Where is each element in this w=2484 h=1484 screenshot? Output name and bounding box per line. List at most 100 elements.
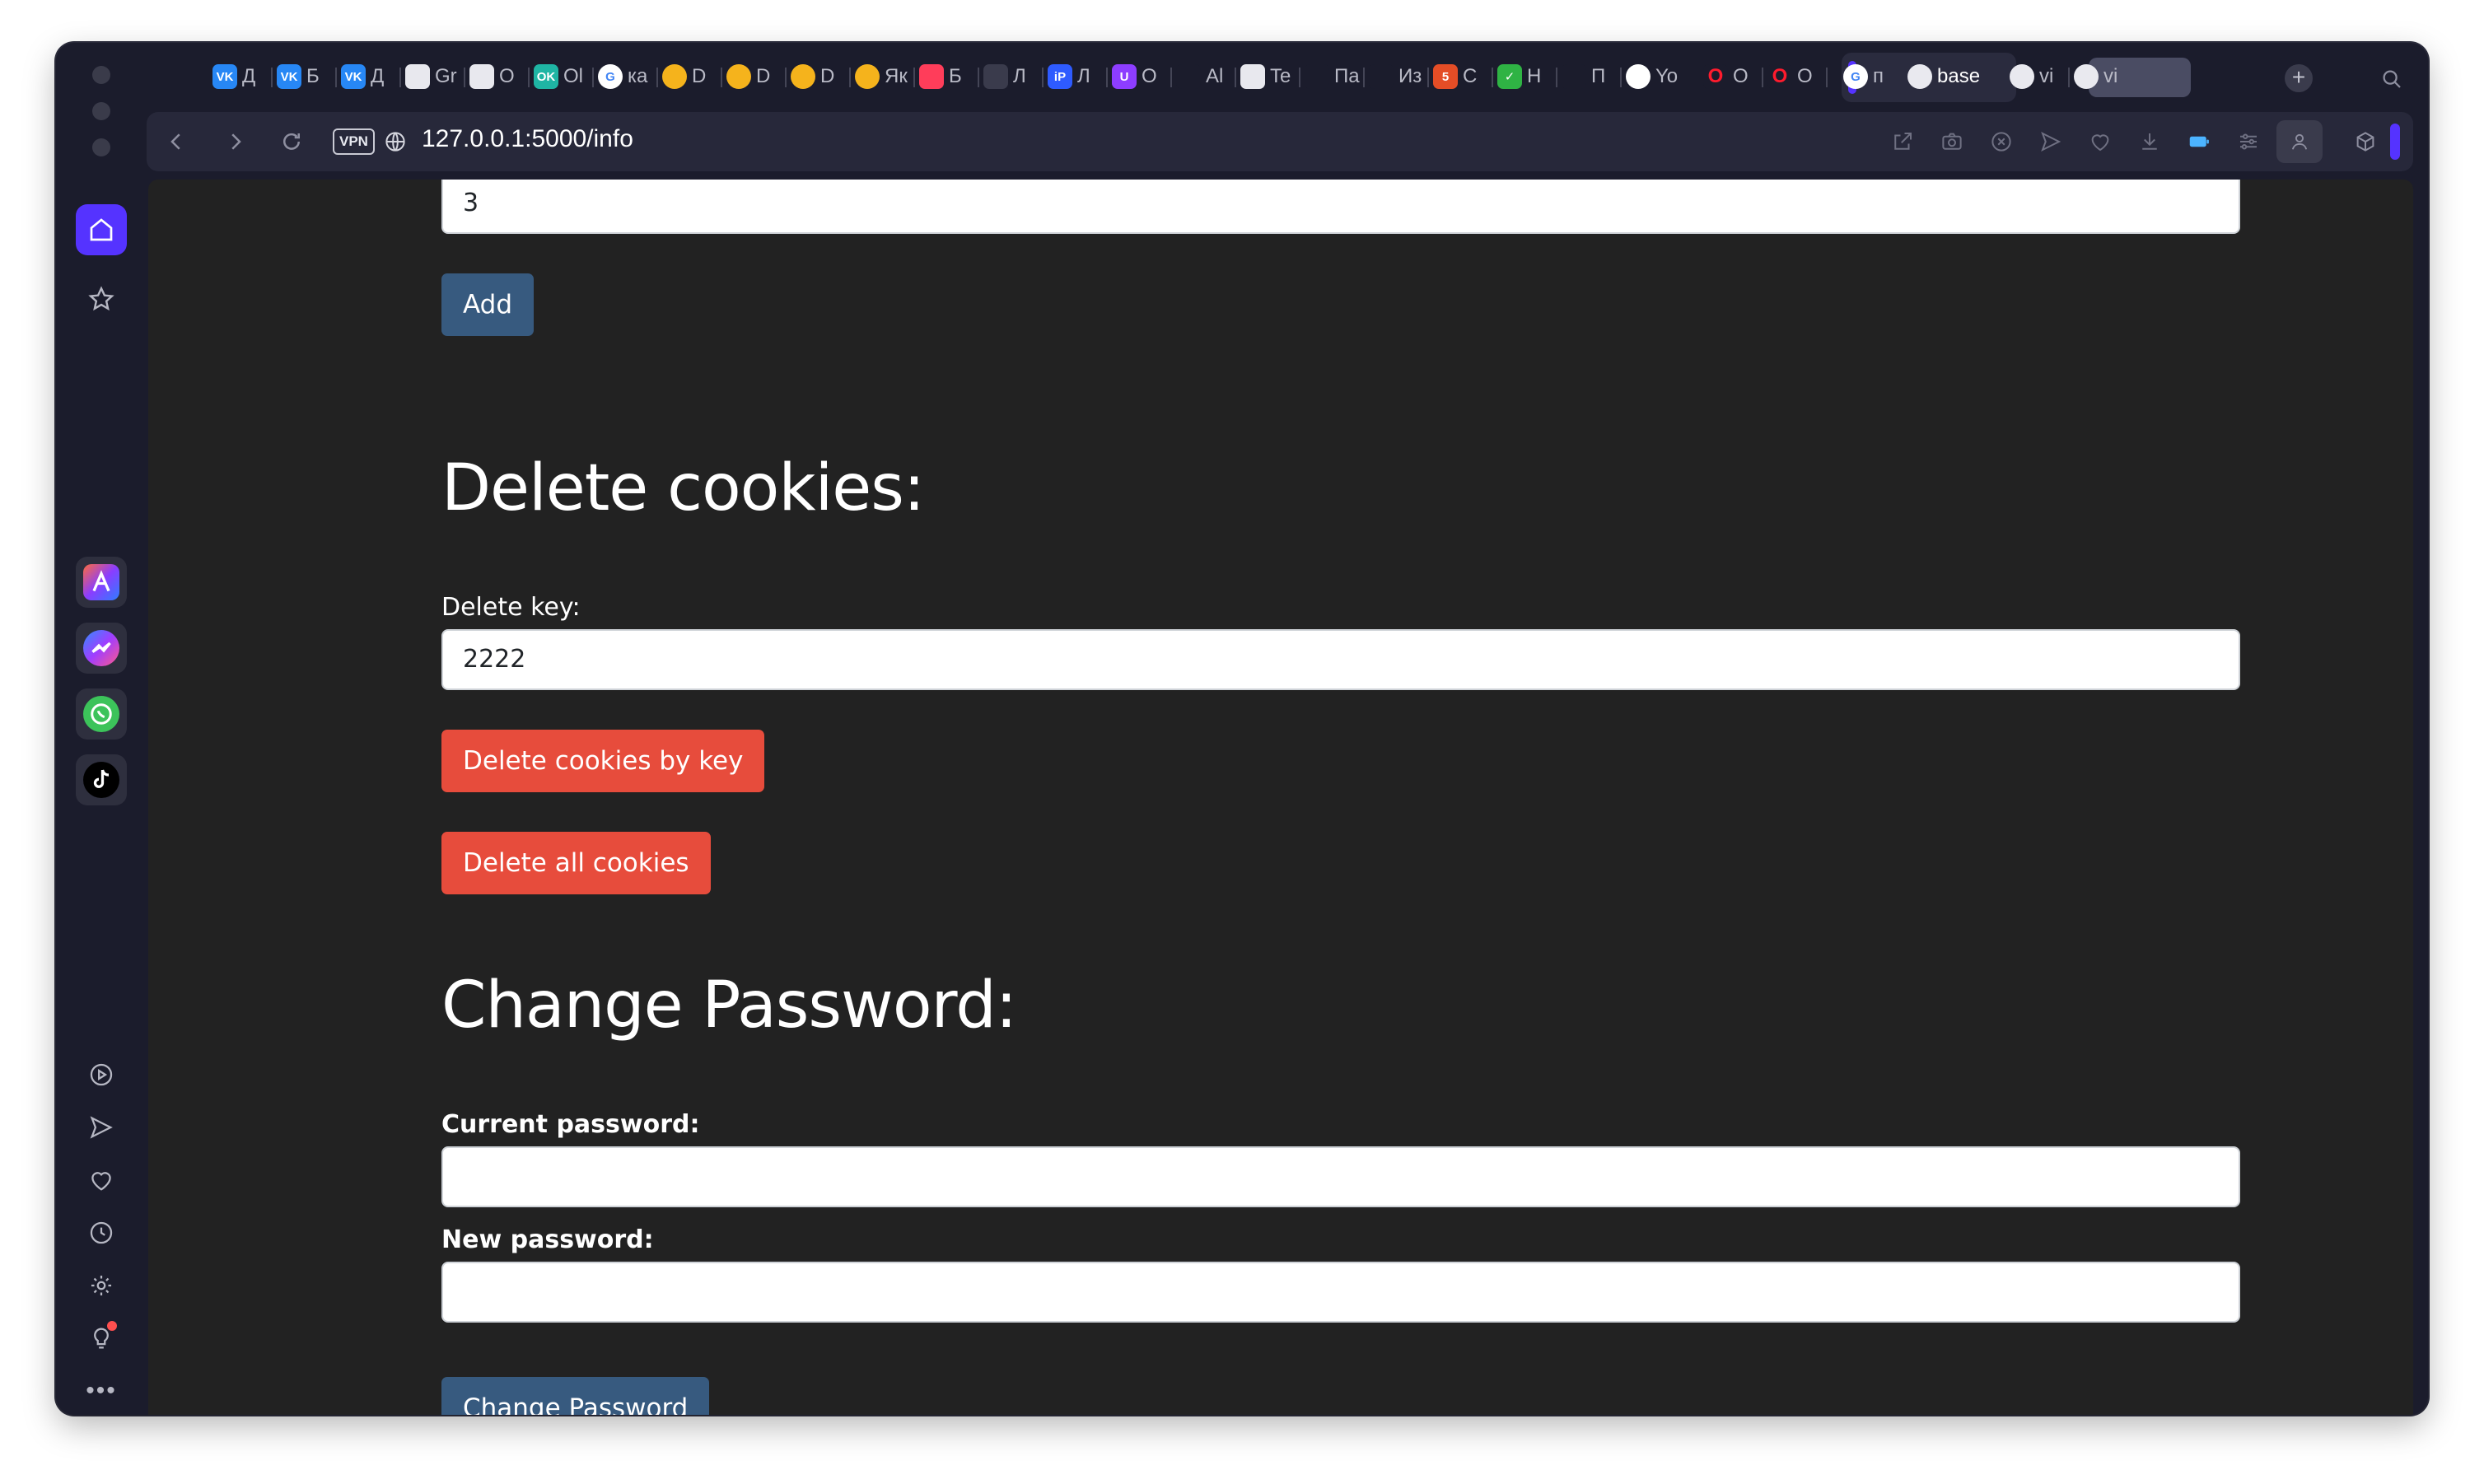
tab-22[interactable]: Yo: [1626, 58, 1682, 96]
tab-16[interactable]: Te: [1240, 58, 1296, 96]
tab-separator: [1762, 68, 1763, 87]
tab-separator: [721, 68, 722, 87]
tab-label: П: [1591, 65, 1606, 87]
tab-label: Л: [1077, 65, 1090, 87]
change-password-button[interactable]: Change Password: [441, 1377, 710, 1415]
tab-27[interactable]: vi: [2010, 58, 2066, 96]
speed-dial-star-icon[interactable]: [76, 273, 127, 324]
tab-28[interactable]: vi: [2074, 58, 2130, 96]
tab-8[interactable]: D: [726, 58, 782, 96]
bookmark-heart-icon[interactable]: [2085, 127, 2115, 156]
tab-separator: [785, 68, 787, 87]
tab-13[interactable]: iP Л: [1048, 58, 1104, 96]
html5-icon: 5: [1433, 64, 1458, 89]
tab-24[interactable]: OO: [1767, 58, 1823, 96]
github-icon: [1626, 64, 1651, 89]
tab-separator: [913, 68, 915, 87]
window-maximize-dot[interactable]: [92, 138, 110, 156]
tab-9[interactable]: D: [791, 58, 847, 96]
tab-26[interactable]: base: [1907, 58, 1998, 96]
delete-cookies-heading: Delete cookies:: [441, 451, 925, 525]
tab-10[interactable]: Як: [855, 58, 911, 96]
new-password-input[interactable]: [441, 1262, 2240, 1323]
tab-15[interactable]: Al: [1176, 58, 1232, 96]
add-button[interactable]: Add: [441, 273, 535, 336]
tab-label: Як: [885, 65, 908, 87]
aria-app-icon[interactable]: [76, 557, 127, 608]
player-icon[interactable]: [81, 1054, 122, 1095]
tab-7[interactable]: D: [662, 58, 718, 96]
window-close-dot[interactable]: [92, 66, 110, 84]
more-dots-icon[interactable]: •••: [81, 1370, 122, 1412]
ip-icon: iP: [1048, 64, 1072, 89]
tab-0[interactable]: VK Д: [212, 58, 268, 96]
tab-label: base: [1937, 65, 1981, 87]
tab-search-icon[interactable]: [2377, 64, 2407, 94]
battery-saver-icon[interactable]: [2184, 127, 2214, 156]
send-icon[interactable]: [81, 1107, 122, 1148]
tab-21[interactable]: П: [1562, 58, 1618, 96]
history-clock-icon[interactable]: [81, 1212, 122, 1253]
home-icon[interactable]: [76, 204, 127, 255]
tab-17[interactable]: Па: [1305, 58, 1361, 96]
tab-label: H: [1527, 65, 1542, 87]
google-icon: G: [598, 64, 623, 89]
tab-3[interactable]: Gr: [405, 58, 461, 96]
reload-icon[interactable]: [277, 127, 306, 156]
current-password-input[interactable]: [441, 1146, 2240, 1207]
heart-icon[interactable]: [81, 1160, 122, 1201]
window-minimize-dot[interactable]: [92, 102, 110, 120]
tab-label: D: [756, 65, 771, 87]
tab-18[interactable]: Из: [1369, 58, 1425, 96]
tab-separator: [849, 68, 851, 87]
slash-icon: [1176, 64, 1201, 89]
download-icon[interactable]: [2135, 127, 2164, 156]
tab-label: D: [692, 65, 707, 87]
adblock-icon[interactable]: [1987, 127, 2016, 156]
flow-send-icon[interactable]: [2036, 127, 2066, 156]
delete-key-input[interactable]: 2222: [441, 629, 2240, 690]
profile-icon[interactable]: [2276, 120, 2323, 163]
share-icon[interactable]: [1888, 127, 1917, 156]
tab-separator: [399, 68, 401, 87]
forward-icon[interactable]: [221, 127, 250, 156]
extensions-cube-icon[interactable]: [2351, 127, 2380, 156]
tab-6[interactable]: Gка: [598, 58, 654, 96]
tab-label: Па: [1334, 65, 1360, 87]
tab-label: п: [1873, 65, 1884, 87]
tab-23[interactable]: OO: [1703, 58, 1759, 96]
tiktok-app-icon[interactable]: [76, 754, 127, 805]
delete-cookies-by-key-button[interactable]: Delete cookies by key: [441, 730, 765, 792]
browser-window: ••• VK Д VK Б VK Д Gr О OK Ol Gка D D D Як Б ЛiP Л U O Al Te П…: [56, 43, 2428, 1415]
address-bar-url[interactable]: 127.0.0.1:5000/info: [422, 125, 633, 153]
tab-20[interactable]: ✓ H: [1497, 58, 1553, 96]
camera-icon[interactable]: [1937, 127, 1967, 156]
money-icon: [1562, 64, 1586, 89]
globe-site-icon[interactable]: [381, 127, 410, 156]
tab-label: О: [499, 65, 515, 87]
tab-2[interactable]: VK Д: [341, 58, 397, 96]
web-content: 3 Add Delete cookies: Delete key: 2222 D…: [148, 180, 2413, 1415]
tab-separator: [1427, 68, 1429, 87]
new-tab-button[interactable]: +: [2285, 64, 2313, 92]
whatsapp-app-icon[interactable]: [76, 688, 127, 740]
tab-4[interactable]: О: [469, 58, 525, 96]
tab-25[interactable]: Gп: [1843, 58, 1899, 96]
add-value-input[interactable]: 3: [441, 180, 2240, 234]
sidebar-toggle-accent[interactable]: [2390, 124, 2400, 160]
settings-gear-icon[interactable]: [81, 1265, 122, 1306]
back-icon[interactable]: [161, 127, 191, 156]
tab-separator: [1170, 68, 1172, 87]
tips-lightbulb-icon[interactable]: [81, 1318, 122, 1359]
delete-all-cookies-button[interactable]: Delete all cookies: [441, 832, 711, 894]
tab-19[interactable]: 5C: [1433, 58, 1489, 96]
easy-setup-icon[interactable]: [2234, 127, 2263, 156]
vpn-badge[interactable]: VPN: [333, 128, 375, 155]
tab-separator: [1042, 68, 1044, 87]
tab-1[interactable]: VK Б: [277, 58, 333, 96]
tab-14[interactable]: UO: [1112, 58, 1168, 96]
messenger-app-icon[interactable]: [76, 623, 127, 674]
tab-12[interactable]: Л: [983, 58, 1039, 96]
tab-11[interactable]: Б: [919, 58, 975, 96]
tab-5[interactable]: OK Ol: [534, 58, 590, 96]
